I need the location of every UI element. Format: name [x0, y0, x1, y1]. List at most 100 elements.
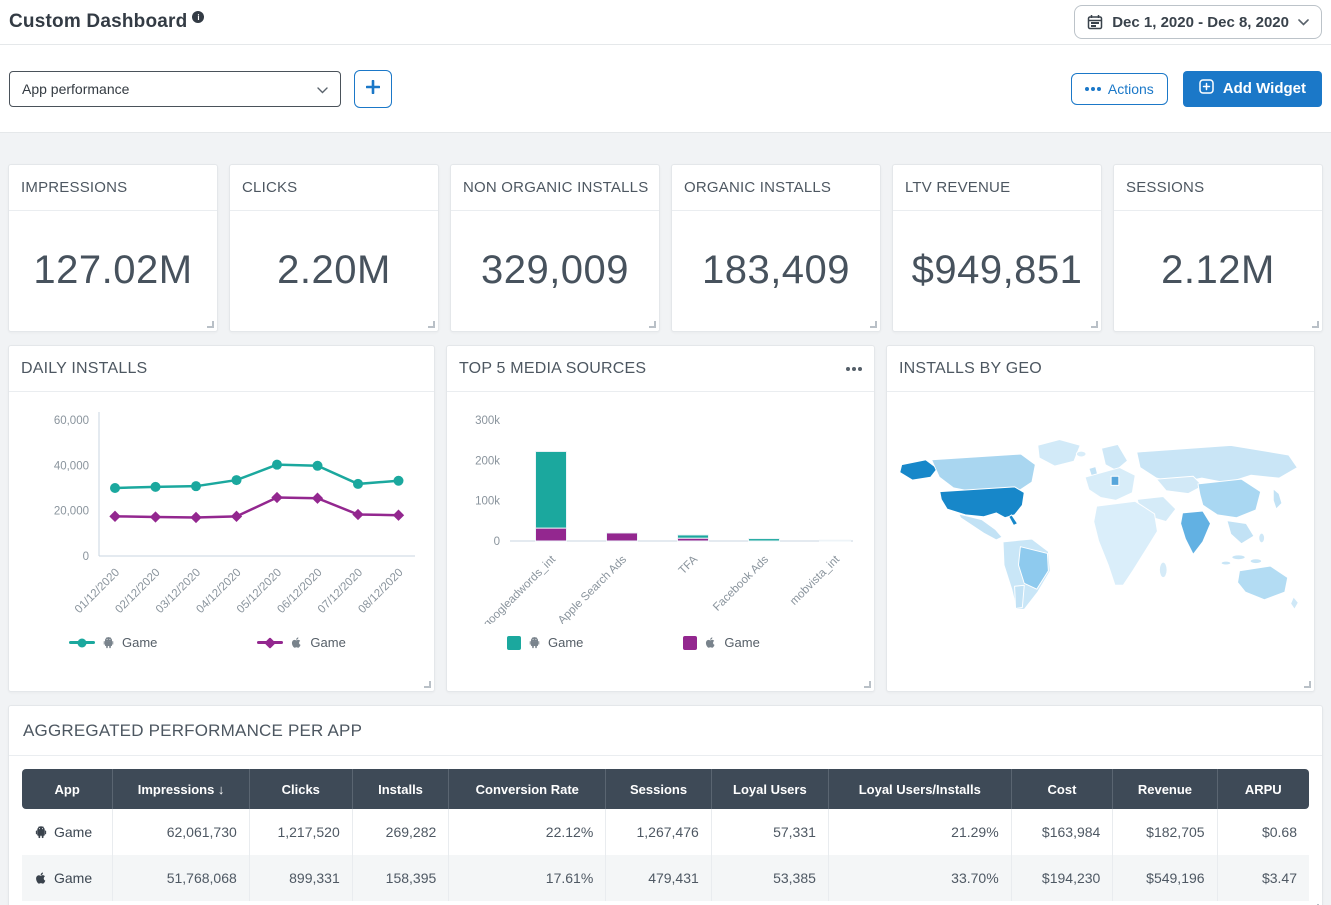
- cell-1: 1,217,520: [250, 809, 353, 855]
- country-germany: [1110, 475, 1120, 486]
- country-philippines: [1258, 532, 1266, 544]
- table-row-android[interactable]: Game 62,061,730 1,217,520 269,282 22.12% 1,26…: [22, 809, 1309, 855]
- chart-legend: Game Game: [507, 635, 866, 650]
- column-header-9[interactable]: Revenue: [1113, 769, 1218, 809]
- cell-2: 269,282: [353, 809, 450, 855]
- column-header-2[interactable]: Clicks: [249, 769, 353, 809]
- widget-title: INSTALLS BY GEO: [899, 359, 1042, 377]
- region-scandinavia: [1100, 443, 1129, 471]
- column-header-0[interactable]: App: [22, 769, 114, 809]
- country-alaska: [899, 459, 938, 481]
- date-range-picker[interactable]: Dec 1, 2020 - Dec 8, 2020: [1074, 5, 1322, 39]
- kpi-card-sessions[interactable]: SESSIONS 2.12M: [1113, 164, 1323, 332]
- kpi-card-ltv-revenue[interactable]: LTV REVENUE $949,851: [892, 164, 1102, 332]
- top-media-sources-bar-chart[interactable]: 300k 200k 100k 0 googleadwords_intApple Sear…: [455, 396, 862, 630]
- cell-0: 51,768,068: [113, 855, 250, 901]
- column-header-8[interactable]: Cost: [1011, 769, 1114, 809]
- column-header-10[interactable]: ARPU: [1217, 769, 1309, 809]
- cell-1: 899,331: [250, 855, 353, 901]
- country-usa: [939, 486, 1025, 519]
- line-marker-icon: [257, 641, 284, 644]
- kpi-value: 329,009: [480, 247, 630, 292]
- country-china: [1197, 478, 1262, 519]
- actions-button[interactable]: Actions: [1070, 72, 1168, 105]
- swatch-icon: [683, 635, 698, 650]
- top-media-sources-widget[interactable]: TOP 5 MEDIA SOURCES 300k 200k 100k 0 googlea…: [446, 345, 875, 692]
- resize-handle[interactable]: [424, 681, 431, 688]
- cell-4: 1,267,476: [606, 809, 712, 855]
- svg-text:0: 0: [494, 536, 500, 548]
- legend-item-android[interactable]: Game: [69, 635, 157, 650]
- chevron-down-icon: [1298, 18, 1309, 26]
- add-widget-button[interactable]: Add Widget: [1182, 70, 1322, 107]
- world-map[interactable]: [893, 406, 1308, 642]
- resize-handle[interactable]: [1091, 321, 1098, 328]
- kpi-row: IMPRESSIONS 127.02M CLICKS 2.20M NON ORG…: [8, 164, 1323, 332]
- svg-text:mobvista_int: mobvista_int: [788, 553, 843, 608]
- charts-row: DAILY INSTALLS 60,000 40,000 20,000 0 01/12/…: [8, 345, 1323, 692]
- column-header-5[interactable]: Sessions: [606, 769, 712, 809]
- resize-handle[interactable]: [649, 321, 656, 328]
- dashboard-select[interactable]: App performance: [9, 70, 341, 107]
- resize-handle[interactable]: [1304, 681, 1311, 688]
- cell-4: 479,431: [606, 855, 712, 901]
- widget-menu-icon[interactable]: [846, 366, 862, 371]
- column-header-7[interactable]: Loyal Users/Installs: [828, 769, 1012, 809]
- widget-title: AGGREGATED PERFORMANCE PER APP: [23, 720, 363, 740]
- country-greenland: [1037, 439, 1081, 467]
- kpi-card-impressions[interactable]: IMPRESSIONS 127.02M: [8, 164, 218, 332]
- add-dashboard-button[interactable]: [354, 69, 392, 108]
- country-madagascar: [1158, 561, 1168, 579]
- resize-handle[interactable]: [1312, 321, 1319, 328]
- svg-text:Facebook Ads: Facebook Ads: [711, 553, 771, 613]
- column-header-1[interactable]: Impressions ↓: [113, 769, 250, 809]
- cell-3: 17.61%: [449, 855, 607, 901]
- cell-6: 33.70%: [829, 855, 1012, 901]
- resize-handle[interactable]: [870, 321, 877, 328]
- kpi-card-organic-installs[interactable]: ORGANIC INSTALLS 183,409: [671, 164, 881, 332]
- column-header-3[interactable]: Installs: [352, 769, 450, 809]
- legend-item-ios[interactable]: Game: [683, 635, 760, 650]
- column-header-4[interactable]: Conversion Rate: [449, 769, 607, 809]
- plus-square-icon: [1199, 79, 1214, 98]
- country-australia: [1237, 565, 1289, 601]
- page-title: Custom Dashboard: [9, 11, 188, 32]
- region-indonesia-3: [1220, 560, 1232, 566]
- column-header-6[interactable]: Loyal Users: [711, 769, 829, 809]
- kpi-card-non-organic-installs[interactable]: NON ORGANIC INSTALLS 329,009: [450, 164, 660, 332]
- info-icon[interactable]: i: [192, 11, 205, 23]
- android-icon: [34, 825, 48, 839]
- cell-6: 21.29%: [829, 809, 1012, 855]
- svg-text:TFA: TFA: [677, 553, 701, 577]
- daily-installs-line-chart[interactable]: 60,00040,00020,000001/12/202002/12/20200…: [17, 396, 422, 624]
- resize-handle[interactable]: [428, 321, 435, 328]
- aggregated-performance-widget[interactable]: AGGREGATED PERFORMANCE PER APP App Impres…: [8, 705, 1323, 905]
- legend-item-ios[interactable]: Game: [257, 635, 346, 650]
- kpi-card-clicks[interactable]: CLICKS 2.20M: [229, 164, 439, 332]
- region-indonesia-2: [1249, 558, 1263, 565]
- legend-label: Game: [122, 635, 158, 650]
- android-icon: [102, 636, 115, 649]
- daily-installs-widget[interactable]: DAILY INSTALLS 60,000 40,000 20,000 0 01/12/…: [8, 345, 435, 692]
- kpi-value: 2.12M: [1161, 247, 1275, 292]
- svg-text:20,000: 20,000: [54, 506, 89, 518]
- resize-handle[interactable]: [864, 681, 871, 688]
- svg-text:googleadwords_int: googleadwords_int: [481, 553, 558, 624]
- kpi-value: $949,851: [911, 247, 1083, 292]
- dashboard-canvas: IMPRESSIONS 127.02M CLICKS 2.20M NON ORG…: [0, 133, 1331, 905]
- table-row-ios[interactable]: Game 51,768,068 899,331 158,395 17.61% 479,43…: [22, 855, 1309, 901]
- country-mexico: [958, 513, 1003, 541]
- kpi-value: 127.02M: [33, 247, 193, 292]
- table-header-row: App Impressions ↓ Clicks Installs Conversion…: [22, 769, 1309, 809]
- country-canada: [931, 453, 1036, 494]
- plus-icon: [365, 79, 381, 97]
- cell-2: 158,395: [353, 855, 450, 901]
- legend-item-android[interactable]: Game: [507, 635, 583, 650]
- chart-legend: Game Game: [69, 635, 426, 650]
- kpi-label: IMPRESSIONS: [9, 165, 217, 211]
- country-russia: [1136, 444, 1298, 484]
- kpi-label: LTV REVENUE: [893, 165, 1101, 211]
- resize-handle[interactable]: [207, 321, 214, 328]
- chevron-down-icon: [317, 81, 328, 97]
- installs-by-geo-widget[interactable]: INSTALLS BY GEO: [886, 345, 1315, 692]
